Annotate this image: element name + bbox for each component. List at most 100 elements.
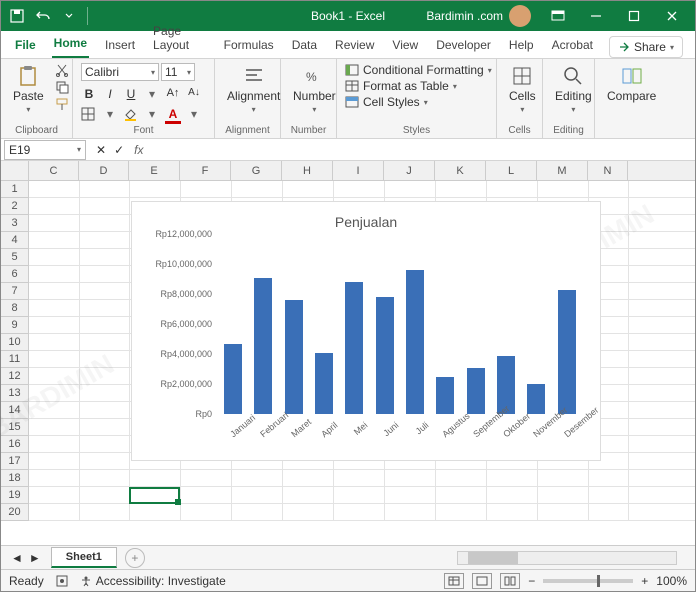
italic-button[interactable]: I [102,87,118,101]
conditional-formatting-button[interactable]: Conditional Formatting▾ [345,63,495,77]
number-button[interactable]: % Number▾ [289,63,340,116]
paste-button[interactable]: Paste ▾ [9,63,48,116]
formula-bar[interactable] [151,140,695,160]
row-header[interactable]: 20 [1,504,29,521]
cancel-formula-icon[interactable]: ✕ [96,143,106,157]
row-header[interactable]: 11 [1,351,29,368]
chart-bar[interactable] [376,297,394,414]
row-header[interactable]: 13 [1,385,29,402]
format-as-table-button[interactable]: Format as Table▾ [345,79,495,93]
row-header[interactable]: 3 [1,215,29,232]
increase-font-icon[interactable]: A↑ [165,87,181,101]
zoom-slider[interactable] [543,579,633,583]
tab-page-layout[interactable]: Page Layout [151,18,208,58]
ribbon-display-icon[interactable] [539,1,577,31]
sheet-nav-prev-icon[interactable]: ◄ [11,551,23,565]
tab-insert[interactable]: Insert [103,32,137,58]
cell-styles-button[interactable]: Cell Styles▾ [345,95,495,109]
new-sheet-button[interactable]: + [125,548,145,568]
col-header-L[interactable]: L [486,161,537,180]
col-header-G[interactable]: G [231,161,282,180]
chart-bar[interactable] [345,282,363,414]
cut-icon[interactable] [54,63,70,77]
font-name-select[interactable]: Calibri▾ [81,63,159,81]
col-header-N[interactable]: N [588,161,628,180]
chart-bar[interactable] [527,384,545,414]
decrease-font-icon[interactable]: A↓ [186,87,202,101]
borders-icon[interactable] [81,107,97,124]
col-header-J[interactable]: J [384,161,435,180]
qat-dropdown-icon[interactable] [61,8,77,24]
editing-button[interactable]: Editing▾ [551,63,596,116]
chart-bar[interactable] [224,344,242,415]
select-all-corner[interactable] [1,161,29,180]
close-icon[interactable] [653,1,691,31]
embedded-chart[interactable]: Penjualan Rp0Rp2,000,000Rp4,000,000Rp6,0… [131,201,601,461]
row-header[interactable]: 2 [1,198,29,215]
worksheet-grid[interactable]: 1234567891011121314151617181920 BARDIMIN… [1,181,695,527]
col-header-I[interactable]: I [333,161,384,180]
tab-formulas[interactable]: Formulas [222,32,276,58]
row-header[interactable]: 16 [1,436,29,453]
tab-help[interactable]: Help [507,32,536,58]
row-header[interactable]: 19 [1,487,29,504]
sheet-tab-active[interactable]: Sheet1 [51,547,117,568]
normal-view-icon[interactable] [444,573,464,589]
row-header[interactable]: 6 [1,266,29,283]
col-header-H[interactable]: H [282,161,333,180]
chart-bar[interactable] [436,377,454,415]
chart-bar[interactable] [467,368,485,415]
minimize-icon[interactable] [577,1,615,31]
fill-color-icon[interactable] [123,107,139,124]
font-color-icon[interactable]: A [165,107,181,124]
macro-record-icon[interactable] [56,575,68,587]
font-size-select[interactable]: 11▾ [161,63,195,81]
zoom-out-icon[interactable]: − [528,574,535,588]
enter-formula-icon[interactable]: ✓ [114,143,124,157]
tab-file[interactable]: File [13,32,38,58]
page-layout-view-icon[interactable] [472,573,492,589]
undo-icon[interactable] [35,8,51,24]
col-header-M[interactable]: M [537,161,588,180]
col-header-K[interactable]: K [435,161,486,180]
tab-home[interactable]: Home [52,30,89,58]
row-header[interactable]: 9 [1,317,29,334]
row-header[interactable]: 15 [1,419,29,436]
tab-acrobat[interactable]: Acrobat [550,32,595,58]
row-header[interactable]: 7 [1,283,29,300]
chart-bar[interactable] [315,353,333,415]
row-header[interactable]: 1 [1,181,29,198]
row-header[interactable]: 8 [1,300,29,317]
maximize-icon[interactable] [615,1,653,31]
share-button[interactable]: Share ▾ [609,36,683,58]
tab-data[interactable]: Data [290,32,319,58]
chart-bar[interactable] [406,270,424,414]
zoom-in-icon[interactable]: + [641,574,648,588]
col-header-D[interactable]: D [79,161,129,180]
row-header[interactable]: 14 [1,402,29,419]
tab-review[interactable]: Review [333,32,376,58]
row-header[interactable]: 4 [1,232,29,249]
row-header[interactable]: 5 [1,249,29,266]
chart-bar[interactable] [558,290,576,415]
zoom-level[interactable]: 100% [656,574,687,588]
tab-developer[interactable]: Developer [434,32,493,58]
alignment-button[interactable]: Alignment▾ [223,63,284,116]
fx-icon[interactable]: fx [134,143,151,157]
compare-button[interactable]: Compare [603,63,660,105]
chart-bar[interactable] [254,278,272,415]
name-box[interactable]: E19▾ [4,140,86,160]
underline-button[interactable]: U [123,87,139,101]
row-header[interactable]: 12 [1,368,29,385]
sheet-nav-next-icon[interactable]: ► [29,551,41,565]
copy-icon[interactable] [54,80,70,94]
horizontal-scrollbar[interactable] [457,551,677,565]
page-break-view-icon[interactable] [500,573,520,589]
user-account[interactable]: Bardimin .com [426,5,531,27]
col-header-E[interactable]: E [129,161,180,180]
cells-button[interactable]: Cells▾ [505,63,540,116]
row-header[interactable]: 18 [1,470,29,487]
bold-button[interactable]: B [81,87,97,101]
accessibility-status[interactable]: Accessibility: Investigate [80,574,226,588]
col-header-C[interactable]: C [29,161,79,180]
